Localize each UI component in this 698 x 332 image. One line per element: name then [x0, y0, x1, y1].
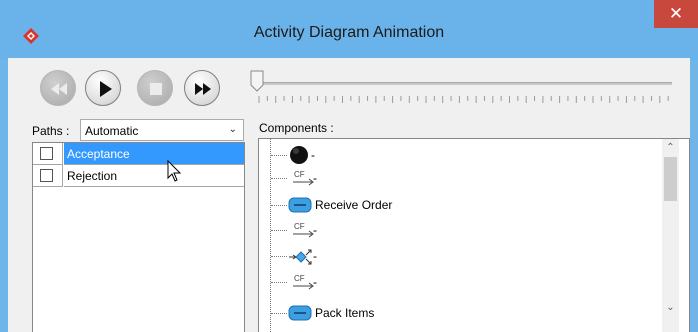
path-row-rejection[interactable]: Rejection [33, 165, 244, 187]
paths-list: Acceptance Rejection [32, 142, 245, 332]
path-name: Rejection [64, 165, 244, 187]
fast-forward-button[interactable] [184, 70, 220, 106]
play-button[interactable] [85, 70, 121, 106]
tree-item-label: - [313, 223, 317, 237]
path-check-cell [33, 165, 63, 187]
path-checkbox-rejection[interactable] [40, 169, 53, 182]
close-button[interactable]: ✕ [654, 0, 698, 28]
tree-item-label: - [313, 275, 317, 289]
tree-item-label: - [311, 148, 315, 162]
scroll-up-icon[interactable]: ⌃ [662, 139, 679, 156]
tree-item-label: - [313, 171, 317, 185]
scrollbar-thumb[interactable] [664, 157, 677, 201]
svg-text:CF: CF [294, 170, 305, 179]
tree-item-label: Pack Items [315, 306, 375, 320]
tree-connector [271, 230, 287, 232]
tree-item-label: - [313, 249, 317, 263]
dialog-window: Activity Diagram Animation ✕ Paths : Aut… [0, 0, 698, 332]
paths-label: Paths : [32, 124, 70, 138]
rewind-button[interactable] [40, 70, 76, 106]
path-row-acceptance[interactable]: Acceptance [33, 143, 244, 165]
paths-dropdown[interactable]: Automatic ⌄ [80, 119, 244, 141]
action-icon [288, 197, 312, 213]
animation-slider-track[interactable] [257, 82, 672, 85]
fast-forward-icon [195, 83, 211, 95]
components-scrollbar[interactable]: ⌃ ⌄ [662, 139, 679, 332]
tree-connector [271, 282, 287, 284]
close-icon: ✕ [668, 4, 684, 23]
components-tree: - CF - Receive Order CF - - CF - Pack It… [258, 138, 690, 332]
tree-connector [271, 178, 287, 180]
stop-button[interactable] [137, 70, 173, 106]
path-check-cell [33, 143, 63, 165]
play-icon [100, 81, 112, 97]
mouse-pointer-icon [167, 160, 182, 182]
tree-connector [271, 205, 287, 207]
tree-connector [271, 256, 287, 258]
tree-root-line [270, 138, 272, 332]
window-title: Activity Diagram Animation [253, 24, 445, 41]
initial-node-icon [290, 146, 308, 164]
tree-connector [271, 313, 287, 315]
svg-text:CF: CF [294, 274, 305, 283]
tree-connector [271, 155, 287, 157]
scroll-down-icon[interactable]: ⌄ [662, 299, 679, 316]
slider-ticks [258, 96, 669, 103]
svg-text:CF: CF [294, 222, 305, 231]
tree-item-label: Receive Order [315, 198, 393, 212]
action-icon [288, 305, 312, 321]
stop-icon [150, 83, 162, 95]
rewind-icon [51, 83, 67, 95]
fork-node-icon [289, 249, 312, 265]
components-label: Components : [259, 121, 334, 135]
animation-slider-thumb[interactable] [250, 70, 264, 92]
title-bar[interactable]: Activity Diagram Animation ✕ [0, 0, 698, 60]
path-checkbox-acceptance[interactable] [40, 147, 53, 160]
path-name: Acceptance [64, 143, 244, 165]
chevron-down-icon: ⌄ [228, 124, 237, 135]
paths-dropdown-value: Automatic [85, 124, 139, 138]
